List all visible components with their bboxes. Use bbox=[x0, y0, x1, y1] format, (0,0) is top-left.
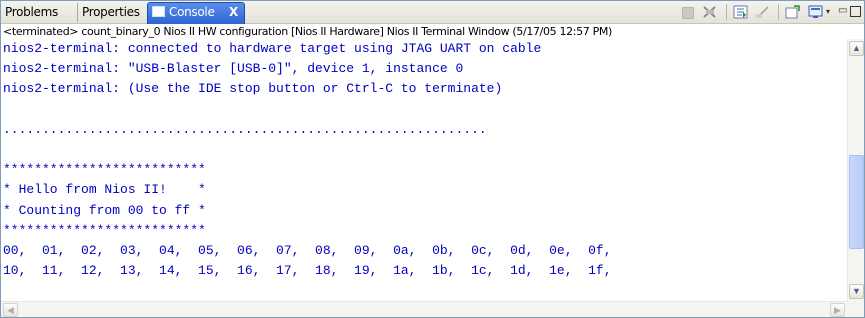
process-status-line: <terminated> count_binary_0 Nios II HW c… bbox=[3, 25, 612, 38]
console-line: nios2-terminal: (Use the IDE stop button… bbox=[3, 81, 503, 97]
remove-launch-icon[interactable] bbox=[702, 5, 718, 19]
scrollbar-thumb[interactable] bbox=[849, 155, 864, 249]
console-line: ........................................… bbox=[3, 121, 487, 137]
scroll-lock-icon[interactable] bbox=[733, 5, 749, 19]
console-line: 10, 11, 12, 13, 14, 15, 16, 17, 18, 19, … bbox=[3, 263, 612, 279]
toolbar-separator bbox=[726, 4, 727, 20]
console-line: ************************** bbox=[3, 162, 206, 178]
console-line: * Counting from 00 to ff * bbox=[3, 202, 206, 218]
console-line: ************************** bbox=[3, 222, 206, 238]
display-console-icon[interactable] bbox=[808, 5, 824, 19]
console-view: Problems Properties Console X ▾ ▭ <termi… bbox=[0, 0, 865, 318]
console-line: * Hello from Nios II! * bbox=[3, 182, 206, 198]
console-output[interactable]: nios2-terminal: connected to hardware ta… bbox=[1, 39, 847, 301]
toolbar-separator bbox=[778, 4, 779, 20]
close-icon[interactable]: X bbox=[229, 3, 238, 22]
tab-console-label: Console bbox=[169, 5, 215, 19]
console-line: nios2-terminal: "USB-Blaster [USB-0]", d… bbox=[3, 61, 464, 77]
scroll-down-icon[interactable]: ▼ bbox=[849, 284, 864, 299]
console-line: 00, 01, 02, 03, 04, 05, 06, 07, 08, 09, … bbox=[3, 243, 612, 259]
console-line: nios2-terminal: connected to hardware ta… bbox=[3, 41, 542, 56]
scroll-left-icon[interactable]: ◀ bbox=[3, 303, 18, 317]
view-menu-icon[interactable]: ▾ bbox=[826, 5, 834, 19]
scroll-right-icon[interactable]: ▶ bbox=[830, 303, 845, 317]
console-icon bbox=[152, 6, 165, 17]
scroll-up-icon[interactable]: ▲ bbox=[849, 41, 864, 56]
minimize-icon[interactable]: ▭ bbox=[838, 5, 848, 19]
maximize-icon[interactable] bbox=[850, 6, 861, 17]
vertical-scrollbar[interactable]: ▲ ▼ bbox=[847, 39, 864, 301]
scrollbar-corner bbox=[847, 301, 864, 317]
open-console-icon[interactable] bbox=[785, 5, 801, 19]
view-tab-bar: Problems Properties Console X ▾ ▭ bbox=[1, 1, 864, 24]
tab-problems[interactable]: Problems bbox=[1, 3, 78, 22]
pin-console-icon[interactable] bbox=[755, 5, 771, 19]
console-toolbar: ▾ ▭ bbox=[682, 3, 862, 21]
tab-console[interactable]: Console X bbox=[147, 2, 245, 24]
tab-properties[interactable]: Properties bbox=[78, 3, 151, 22]
console-text: nios2-terminal: connected to hardware ta… bbox=[1, 39, 847, 281]
horizontal-scrollbar[interactable]: ◀ ▶ bbox=[1, 301, 847, 317]
stop-icon[interactable] bbox=[682, 7, 694, 19]
